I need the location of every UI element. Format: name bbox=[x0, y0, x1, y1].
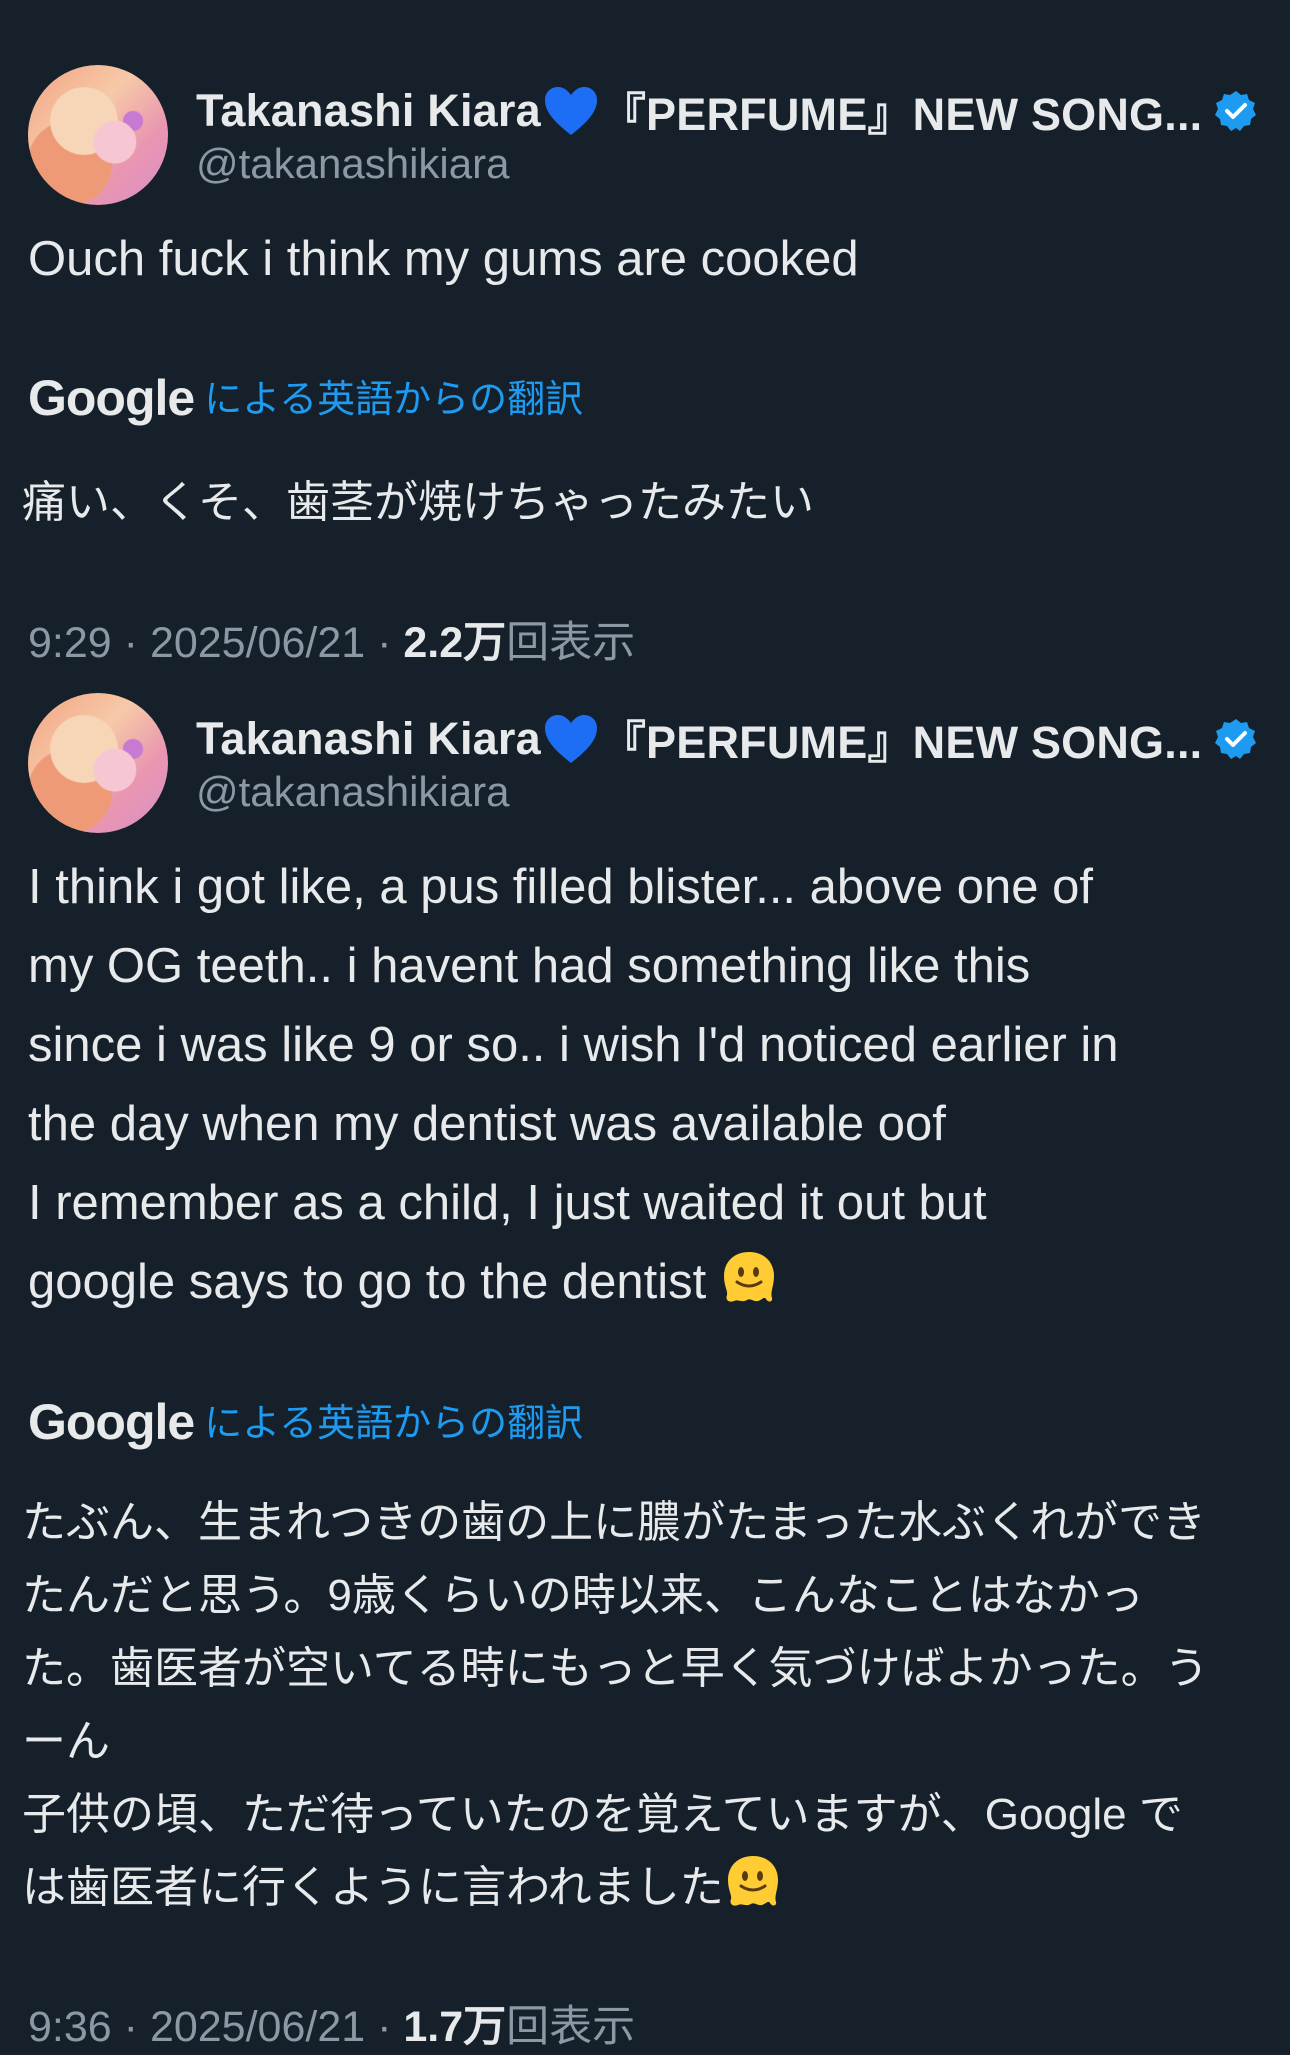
google-logo: Google bbox=[28, 370, 195, 426]
views-label: 回表示 bbox=[506, 2003, 636, 2051]
avatar[interactable] bbox=[28, 693, 168, 833]
name-suffix: 『PERFUME』NEW SONG... bbox=[600, 89, 1203, 140]
views-label: 回表示 bbox=[506, 619, 636, 667]
verified-icon bbox=[1215, 90, 1257, 131]
tweet-date[interactable]: 2025/06/21 bbox=[150, 619, 365, 667]
author-name-row[interactable]: Takanashi Kiara 『PERFUME』NEW SONG... bbox=[196, 78, 1258, 143]
separator: · bbox=[377, 619, 404, 667]
translated-text-wrap: たぶん、生まれつきの歯の上に膿がたまった水ぶくれができ たんだと思う。9歳くらい… bbox=[22, 1486, 1268, 1924]
tweet-text: Ouch fuck i think my gums are cooked bbox=[28, 232, 859, 286]
separator: · bbox=[123, 619, 150, 667]
views-count: 2.2万 bbox=[403, 619, 507, 667]
tweet-text: I think i got like, a pus filled blister… bbox=[28, 860, 1119, 1309]
avatar[interactable] bbox=[28, 65, 168, 205]
verified-icon bbox=[1215, 718, 1257, 759]
translation-header: Google による英語からの翻訳 bbox=[28, 368, 583, 427]
translation-label[interactable]: による英語からの翻訳 bbox=[204, 1392, 583, 1447]
tweet-meta: 9:36 · 2025/06/21 · 1.7万回表示 bbox=[28, 1992, 635, 2054]
translation-header: Google による英語からの翻訳 bbox=[28, 1392, 583, 1451]
tweet-time[interactable]: 9:36 bbox=[28, 2003, 112, 2051]
melting-face-icon bbox=[727, 1856, 778, 1906]
tweet-date[interactable]: 2025/06/21 bbox=[150, 2003, 365, 2051]
views-count: 1.7万 bbox=[403, 2003, 507, 2051]
google-logo: Google bbox=[28, 1394, 195, 1450]
handle[interactable]: @takanashikiara bbox=[196, 768, 509, 816]
blue-heart-icon bbox=[544, 714, 597, 763]
melting-face-icon bbox=[723, 1252, 774, 1302]
display-name: Takanashi Kiara bbox=[196, 712, 541, 764]
tweet-text-wrap: I think i got like, a pus filled blister… bbox=[28, 848, 1268, 1322]
tweet-time[interactable]: 9:29 bbox=[28, 619, 112, 667]
author-name-row[interactable]: Takanashi Kiara 『PERFUME』NEW SONG... bbox=[196, 706, 1258, 771]
translated-text: たぶん、生まれつきの歯の上に膿がたまった水ぶくれができ たんだと思う。9歳くらい… bbox=[22, 1498, 1209, 1912]
display-name: Takanashi Kiara bbox=[196, 84, 541, 136]
separator: · bbox=[377, 2003, 404, 2051]
separator: · bbox=[123, 2003, 150, 2051]
name-suffix: 『PERFUME』NEW SONG... bbox=[600, 717, 1203, 768]
tweet-meta: 9:29 · 2025/06/21 · 2.2万回表示 bbox=[28, 608, 635, 670]
translation-label[interactable]: による英語からの翻訳 bbox=[204, 368, 583, 423]
blue-heart-icon bbox=[544, 86, 597, 135]
translated-text: 痛い、くそ、歯茎が焼けちゃったみたい bbox=[22, 478, 814, 527]
handle[interactable]: @takanashikiara bbox=[196, 140, 509, 188]
